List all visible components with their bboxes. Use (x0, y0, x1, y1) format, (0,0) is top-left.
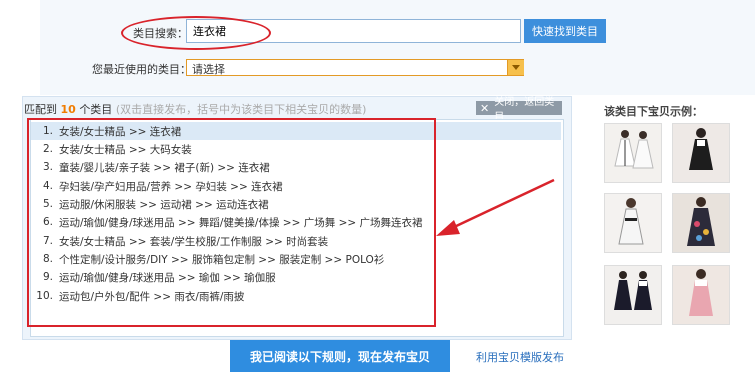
close-icon: ✕ (480, 101, 490, 115)
search-highlight-oval (121, 16, 271, 50)
match-suffix: 个类目 (79, 103, 113, 116)
example-thumbnail[interactable] (672, 193, 730, 253)
close-return-button[interactable]: ✕ 关闭，返回类目 (476, 97, 562, 123)
find-category-button[interactable]: 快速找到类目 (524, 19, 606, 43)
category-search-panel (40, 0, 755, 95)
template-publish-link[interactable]: 利用宝贝模版发布 (476, 349, 564, 365)
example-thumbnail[interactable] (604, 193, 662, 253)
example-thumbnail[interactable] (672, 123, 730, 183)
recent-category-select[interactable]: 请选择 (186, 59, 524, 76)
example-thumbnail[interactable] (672, 265, 730, 325)
pointer-arrow-icon (436, 178, 555, 236)
example-thumbnail[interactable] (604, 123, 662, 183)
match-count: 10 (60, 103, 76, 116)
match-prefix: 匹配到 (24, 103, 57, 116)
match-summary: 匹配到 10 个类目 (双击直接发布，括号中为该类目下相关宝贝的数量) (24, 101, 366, 117)
example-thumbnail[interactable] (604, 265, 662, 325)
examples-title: 该类目下宝贝示例： (604, 105, 703, 118)
results-highlight-box (27, 118, 436, 327)
publish-item-button[interactable]: 我已阅读以下规则，现在发布宝贝 (230, 340, 450, 372)
match-tip: (双击直接发布，括号中为该类目下相关宝贝的数量) (115, 103, 367, 116)
chevron-down-icon[interactable] (507, 60, 524, 75)
recent-category-label: 您最近使用的类目： (92, 63, 191, 76)
